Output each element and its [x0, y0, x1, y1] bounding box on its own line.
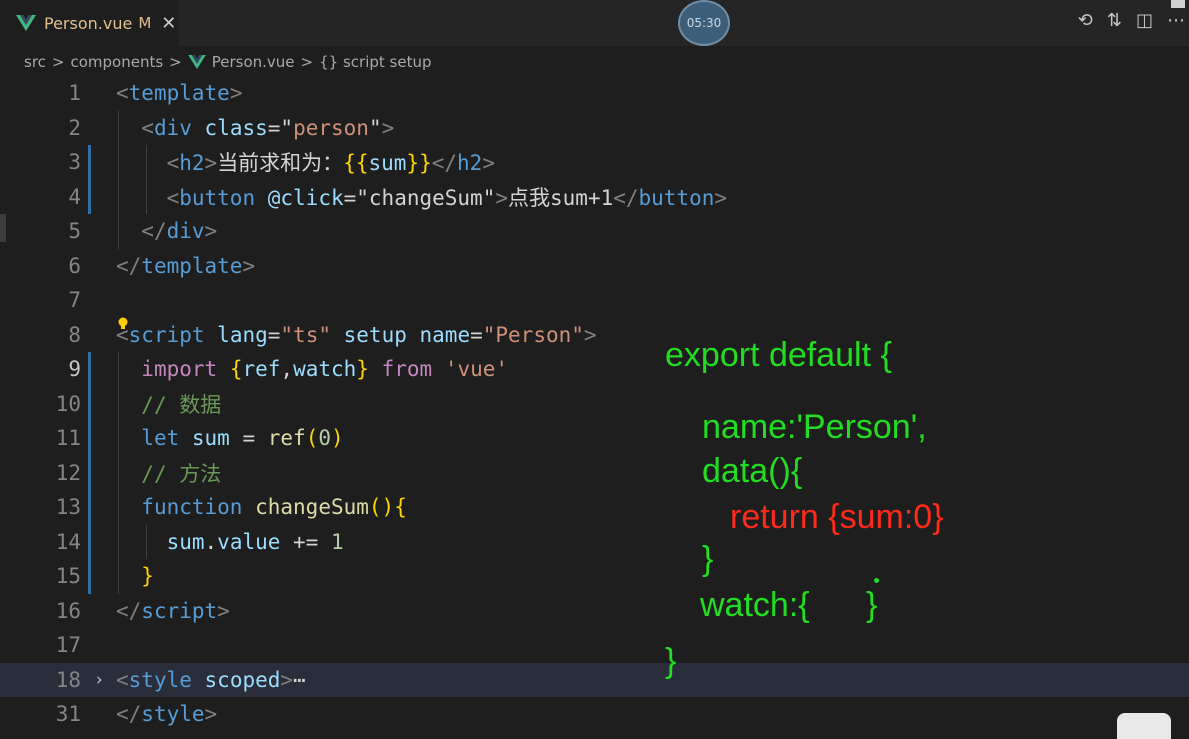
code-content: // 数据 [141, 392, 222, 417]
breadcrumb: src > components > Person.vue > {} scrip… [24, 50, 432, 74]
line-number: 3 [68, 150, 81, 174]
code-content: <div class="person"> [141, 115, 395, 140]
code-line[interactable]: 2 <div class="person"> [0, 111, 1189, 145]
vue-icon [16, 15, 36, 31]
annotation-export-close: } [665, 642, 677, 680]
line-number: 11 [55, 426, 81, 450]
line-number: 9 [68, 357, 81, 381]
annotation-watch: watch:{ [700, 586, 810, 624]
history-icon[interactable]: ⟲ [1078, 10, 1093, 31]
annotation-dot [874, 578, 879, 583]
indent-guide [146, 524, 147, 559]
code-line[interactable]: 15 } [0, 559, 1189, 593]
line-number: 10 [55, 391, 81, 416]
fold-chevron-icon[interactable]: › [94, 670, 104, 690]
code-line[interactable]: 10 // 数据 [0, 387, 1189, 421]
code-line[interactable]: 8 <script lang="ts" setup name="Person"> [0, 317, 1189, 352]
code-line[interactable]: 3 <h2>当前求和为：{{sum}}</h2> [0, 145, 1189, 179]
code-line[interactable]: 18 › <style scoped>⋯ [0, 662, 1189, 697]
code-content: sum.value += 1 [166, 529, 344, 554]
code-line[interactable]: 16 </script> [0, 594, 1189, 628]
code-line[interactable]: 6 </template> [0, 249, 1189, 283]
breadcrumb-components[interactable]: components [70, 53, 163, 71]
line-number: 16 [55, 598, 81, 623]
line-number: 6 [68, 253, 81, 278]
code-content: <h2>当前求和为：{{sum}}</h2> [166, 151, 495, 175]
line-number: 12 [55, 460, 81, 485]
tab-file-name: Person.vue [44, 13, 133, 33]
line-number: 7 [68, 288, 81, 312]
code-content: <script lang="ts" setup name="Person"> [116, 322, 597, 347]
indent-guide [118, 110, 119, 249]
indent-guide [146, 145, 147, 214]
code-content: function changeSum(){ [141, 495, 407, 519]
editor-actions: ⟲ ⇅ ◫ ⋯ [1078, 10, 1185, 31]
code-line[interactable]: 14 sum.value += 1 [0, 525, 1189, 559]
timer-badge: 05:30 [678, 0, 730, 46]
code-content: </script> [116, 598, 230, 623]
breadcrumb-separator: > [300, 53, 314, 71]
line-number: 31 [55, 702, 81, 726]
code-content: <template> [116, 81, 243, 105]
annotation-export-default: export default { [665, 336, 892, 374]
code-content: } [141, 564, 154, 588]
code-line[interactable]: 13 function changeSum(){ [0, 490, 1189, 524]
code-content: </style> [116, 702, 218, 726]
line-number: 14 [55, 529, 81, 554]
split-editor-icon[interactable]: ◫ [1136, 10, 1153, 31]
indent-guide [118, 352, 119, 594]
code-content: <style scoped>⋯ [116, 667, 306, 692]
breadcrumb-script-setup[interactable]: {} script setup [319, 53, 431, 71]
line-number: 15 [55, 564, 81, 588]
breadcrumb-separator: > [169, 53, 182, 71]
more-actions-icon[interactable]: ⋯ [1167, 10, 1185, 31]
line-number: 5 [68, 219, 81, 243]
notification-marker [1171, 0, 1185, 8]
code-content: let sum = ref(0) [141, 426, 344, 450]
code-content: </template> [116, 253, 256, 278]
code-line[interactable]: 7 [0, 283, 1189, 317]
line-number: 4 [68, 184, 81, 209]
tab-person-vue[interactable]: Person.vue M ✕ [0, 0, 178, 46]
compare-changes-icon[interactable]: ⇅ [1107, 10, 1122, 31]
line-number: 17 [55, 633, 81, 657]
vue-icon [188, 55, 206, 69]
modified-indicator: M [138, 14, 152, 32]
code-line[interactable]: 9 import {ref,watch} from 'vue' [0, 352, 1189, 386]
lightbulb-icon[interactable] [117, 312, 129, 329]
annotation-watch-close: } [866, 586, 878, 624]
code-line[interactable]: 31 </style> [0, 697, 1189, 731]
code-line[interactable]: 12 // 方法 [0, 456, 1189, 490]
breadcrumb-separator: > [51, 53, 65, 71]
modified-line-marker [88, 352, 91, 594]
line-number: 13 [55, 495, 81, 519]
annotation-name: name:'Person', [702, 408, 927, 446]
code-content: <button @click="changeSum">点我sum+1</butt… [166, 185, 728, 210]
video-player-icon [1117, 713, 1171, 739]
modified-line-marker [88, 145, 91, 214]
code-line[interactable]: 17 [0, 628, 1189, 662]
code-line[interactable]: 4 <button @click="changeSum">点我sum+1</bu… [0, 180, 1189, 214]
tab-bar: Person.vue M ✕ 05:30 ⟲ ⇅ ◫ ⋯ [0, 0, 1189, 46]
line-number: 2 [68, 115, 81, 140]
breadcrumb-src[interactable]: src [24, 53, 46, 71]
line-number: 8 [68, 322, 81, 347]
annotation-data-close: } [702, 540, 714, 578]
code-line[interactable]: 5 </div> [0, 214, 1189, 248]
annotation-data: data(){ [702, 452, 803, 490]
code-content: import {ref,watch} from 'vue' [141, 357, 509, 381]
code-content: </div> [141, 219, 218, 243]
code-line[interactable]: 11 let sum = ref(0) [0, 421, 1189, 455]
code-line[interactable]: 1 <template> [0, 76, 1189, 110]
code-content: // 方法 [141, 461, 222, 486]
line-number: 1 [68, 81, 81, 105]
breadcrumb-file[interactable]: Person.vue [212, 53, 295, 71]
close-icon[interactable]: ✕ [161, 13, 176, 34]
annotation-return: return {sum:0} [730, 498, 944, 536]
line-number: 18 [55, 667, 81, 692]
